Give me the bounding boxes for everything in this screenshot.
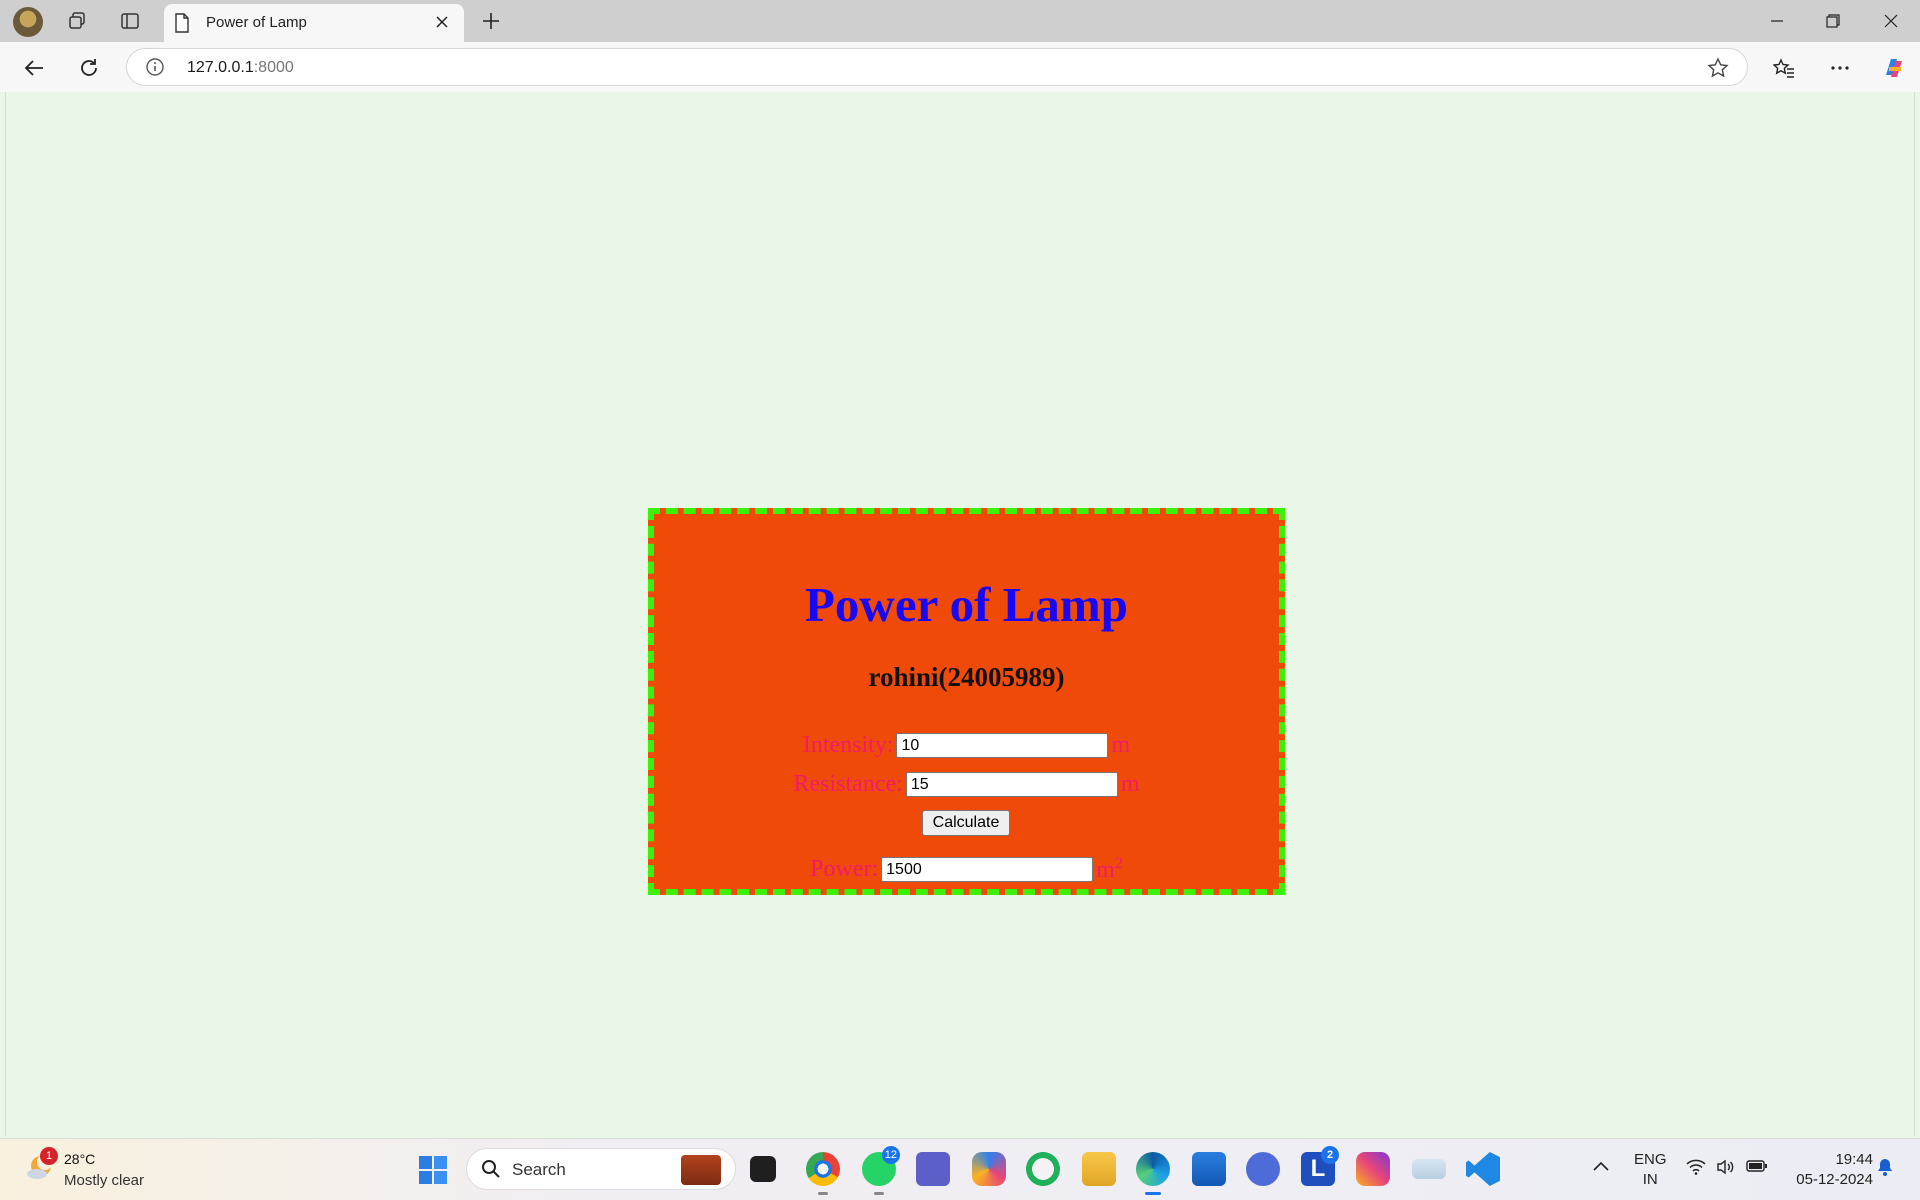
language-code: ENG: [1634, 1151, 1667, 1168]
taskbar: 1 28°C Mostly clear Search 12 L 2 ENG IN: [0, 1138, 1920, 1200]
search-placeholder: Search: [512, 1160, 566, 1179]
notification-bell-icon[interactable]: [1876, 1157, 1894, 1182]
instagram-icon[interactable]: [1356, 1152, 1390, 1186]
l-app-badge: 2: [1321, 1146, 1339, 1164]
whatsapp-badge: 12: [881, 1146, 900, 1164]
edge-icon[interactable]: [1136, 1152, 1170, 1195]
l-app-icon[interactable]: L 2: [1301, 1146, 1339, 1186]
intensity-row: Intensity: m: [654, 732, 1279, 759]
tab-power-of-lamp[interactable]: Power of Lamp: [164, 4, 464, 42]
page-viewport: Power of Lamp rohini(24005989) Intensity…: [5, 92, 1915, 1136]
power-row: Power: m2: [654, 855, 1279, 884]
running-indicator: [874, 1192, 884, 1195]
power-unit: m2: [1096, 855, 1123, 884]
refresh-icon[interactable]: [75, 54, 103, 82]
power-unit-exponent: 2: [1114, 855, 1123, 872]
favorites-icon[interactable]: [1770, 54, 1798, 82]
workspaces-icon[interactable]: [65, 9, 89, 33]
battery-icon[interactable]: [1746, 1159, 1768, 1178]
calculator-card: Power of Lamp rohini(24005989) Intensity…: [648, 508, 1285, 895]
vertical-tabs-icon[interactable]: [118, 9, 142, 33]
site-info-icon[interactable]: [145, 57, 165, 82]
url-text: 127.0.0.1:8000: [187, 59, 294, 77]
tab-title: Power of Lamp: [206, 14, 307, 31]
minimize-icon[interactable]: [1762, 8, 1792, 34]
restore-icon[interactable]: [1818, 8, 1848, 34]
chrome-icon[interactable]: [806, 1152, 840, 1195]
region-code: IN: [1642, 1171, 1658, 1188]
clock-date: 05-12-2024: [1796, 1171, 1873, 1188]
language-indicator[interactable]: ENG IN: [1634, 1150, 1667, 1190]
taskbar-search[interactable]: Search: [466, 1148, 736, 1190]
clock-time: 19:44: [1835, 1151, 1873, 1168]
browser-title-bar: Power of Lamp: [0, 0, 1920, 42]
volume-icon[interactable]: [1716, 1159, 1736, 1180]
close-tab-icon[interactable]: [432, 12, 452, 32]
student-id: rohini(24005989): [868, 662, 1065, 692]
copilot-icon[interactable]: [1880, 54, 1908, 82]
windows-start-icon[interactable]: [418, 1155, 448, 1190]
app-a-icon[interactable]: [1246, 1152, 1280, 1186]
new-tab-button[interactable]: [478, 8, 504, 34]
address-bar[interactable]: 127.0.0.1:8000: [126, 48, 1748, 86]
whatsapp-icon[interactable]: 12: [862, 1146, 900, 1195]
store-icon[interactable]: [1192, 1152, 1226, 1186]
search-icon: [481, 1159, 501, 1184]
weather-badge: 1: [40, 1147, 58, 1165]
task-view-icon[interactable]: [750, 1156, 776, 1182]
app-generic-icon[interactable]: [1412, 1159, 1446, 1179]
running-indicator: [1478, 1192, 1488, 1195]
copilot-app-icon[interactable]: [972, 1152, 1006, 1186]
page-title: Power of Lamp: [805, 577, 1128, 632]
resistance-input[interactable]: [905, 772, 1118, 797]
running-indicator: [818, 1192, 828, 1195]
back-icon[interactable]: [20, 54, 48, 82]
wifi-icon[interactable]: [1686, 1159, 1706, 1180]
system-clock[interactable]: 19:44 05-12-2024: [1783, 1150, 1873, 1190]
url-port: :8000: [253, 59, 294, 76]
browser-toolbar: 127.0.0.1:8000: [0, 42, 1920, 92]
url-host: 127.0.0.1: [187, 59, 254, 76]
weather-temperature[interactable]: 28°C: [64, 1151, 95, 1167]
power-label: Power:: [810, 856, 879, 882]
intensity-label: Intensity:: [802, 732, 894, 758]
resistance-row: Resistance: m: [654, 771, 1279, 798]
file-explorer-icon[interactable]: [1082, 1152, 1116, 1186]
refresh-app-icon[interactable]: [1026, 1152, 1060, 1186]
intensity-input[interactable]: [896, 733, 1109, 758]
resistance-unit: m: [1120, 771, 1140, 797]
power-unit-base: m: [1096, 857, 1115, 883]
search-highlight-icon: [681, 1155, 721, 1185]
power-output[interactable]: [881, 857, 1094, 882]
chevron-up-icon[interactable]: [1592, 1159, 1610, 1177]
more-menu-icon[interactable]: [1826, 54, 1854, 82]
active-indicator: [1145, 1192, 1161, 1195]
favorite-star-icon[interactable]: [1707, 57, 1729, 84]
profile-avatar[interactable]: [13, 7, 43, 37]
intensity-unit: m: [1111, 732, 1131, 758]
close-window-icon[interactable]: [1876, 8, 1906, 34]
teams-icon[interactable]: [916, 1152, 950, 1186]
page-icon: [174, 13, 190, 38]
calculate-button[interactable]: Calculate: [922, 810, 1010, 836]
vscode-icon[interactable]: [1466, 1152, 1500, 1186]
weather-description[interactable]: Mostly clear: [64, 1172, 144, 1189]
resistance-label: Resistance:: [793, 771, 903, 797]
